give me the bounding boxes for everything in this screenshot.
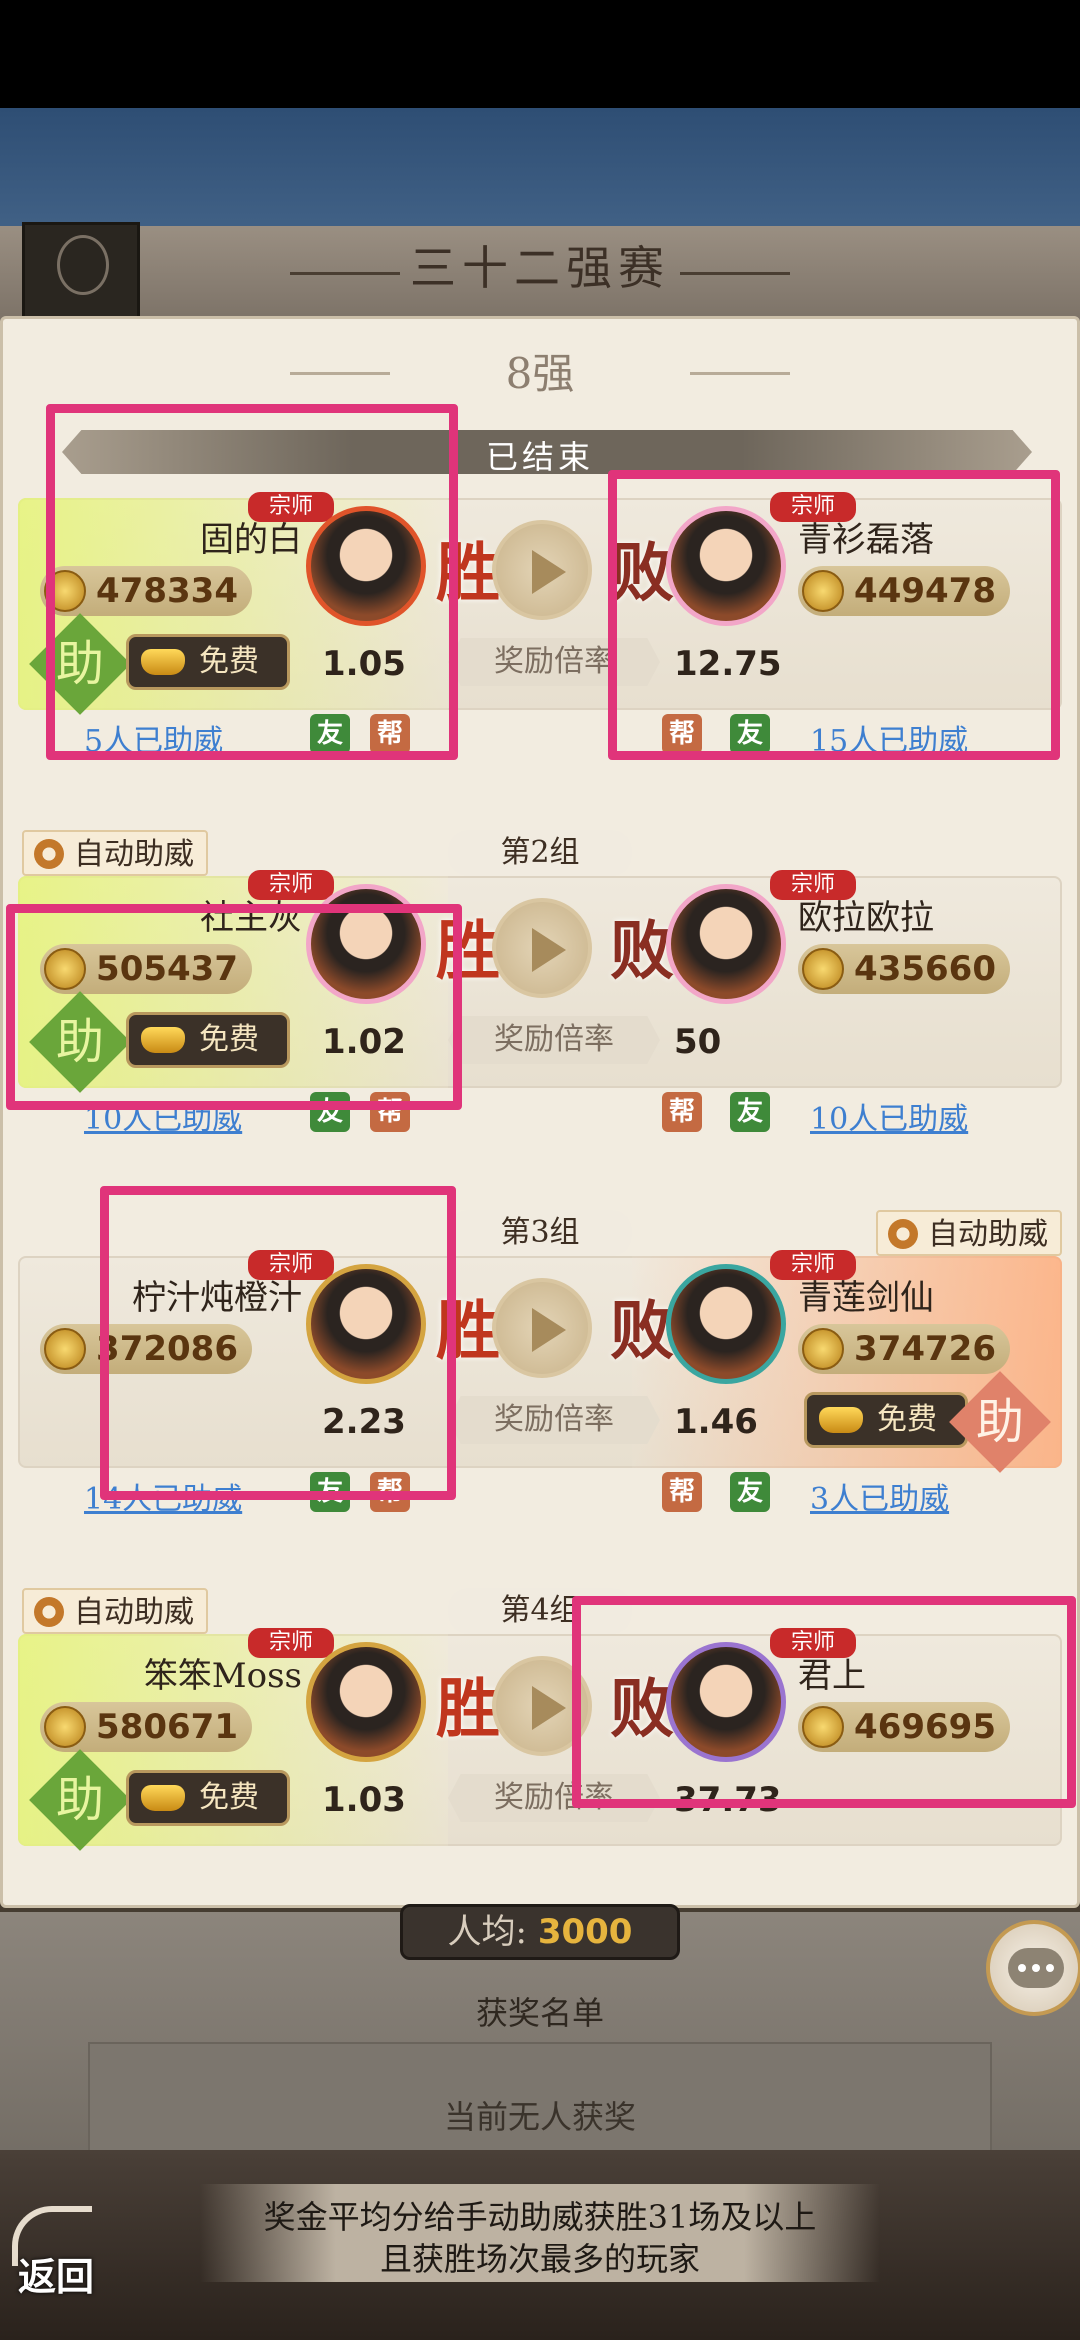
power-badge-right: 435660 [798,944,1010,994]
highlight-box [46,404,458,760]
odds-left: 1.03 [322,1780,406,1820]
replay-button[interactable] [492,898,592,998]
group-label: 第2组 [448,830,632,876]
auto-cheer-badge[interactable]: 自动助威 [22,1588,208,1634]
power-badge-right: 374726 [798,1324,1010,1374]
odds-right: 50 [674,1022,722,1062]
power-icon [802,1328,844,1370]
free-cheer-button-right[interactable]: 免费 [804,1392,968,1448]
rank-badge-left: 宗师 [248,1628,334,1658]
highlight-box [572,1596,1076,1808]
player-name-right: 欧拉欧拉 [798,898,934,938]
player-avatar-right[interactable] [666,884,786,1004]
play-icon [532,928,566,972]
highlight-box [100,1186,456,1500]
gear-icon [34,1597,64,1627]
back-button[interactable]: 返回 [12,2206,112,2306]
play-icon [532,550,566,594]
back-label: 返回 [18,2254,95,2299]
average-reward-value: 3000 [537,1912,633,1952]
lose-mark: 败 [610,914,674,989]
play-icon [532,1308,566,1352]
highlight-box [608,470,1060,760]
power-value: 374726 [854,1329,996,1369]
guild-tag: 帮 [662,1092,702,1132]
play-icon [532,1686,566,1730]
auto-cheer-badge[interactable]: 自动助威 [876,1210,1062,1256]
power-icon [802,948,844,990]
winners-title: 获奖名单 [475,1994,604,2032]
round-title: 8强 [505,349,575,398]
power-badge-left: 580671 [40,1702,252,1752]
highlight-box [6,904,462,1110]
gold-ingot-icon [819,1407,863,1433]
chat-icon [1008,1948,1064,1988]
status-bar-area [0,0,1080,108]
chat-button[interactable] [986,1920,1080,2016]
rule-text-line2: 且获胜场次最多的玩家 [379,2240,700,2278]
power-icon [44,1706,86,1748]
friend-tag: 友 [730,1092,770,1132]
group-label: 第3组 [448,1210,632,1256]
odds-label: 奖励倍率 [448,1016,660,1064]
lose-mark: 败 [610,1294,674,1369]
no-winner-text: 当前无人获奖 [443,2098,636,2136]
power-value: 435660 [854,949,996,989]
rule-text-line1: 奖金平均分给手动助威获胜31场及以上 [263,2198,817,2236]
free-cheer-button-left[interactable]: 免费 [126,1770,290,1826]
supporters-link-right[interactable]: 3人已助威 [810,1474,949,1518]
supporters-link-right[interactable]: 10人已助威 [810,1094,968,1138]
power-icon [44,1328,86,1370]
friend-tag: 友 [730,1472,770,1512]
replay-button[interactable] [492,1278,592,1378]
odds-label: 奖励倍率 [448,1396,660,1444]
player-name-right: 青莲剑仙 [798,1278,934,1318]
power-value: 580671 [96,1707,238,1747]
win-mark: 胜 [436,1672,500,1747]
gold-ingot-icon [141,1785,185,1811]
odds-right: 1.46 [674,1402,758,1442]
rank-badge-left: 宗师 [248,870,334,900]
gear-icon [888,1219,918,1249]
gear-icon [34,839,64,869]
replay-button[interactable] [492,520,592,620]
guild-tag: 帮 [662,1472,702,1512]
player-avatar-right[interactable] [666,1264,786,1384]
auto-cheer-badge[interactable]: 自动助威 [22,830,208,876]
page-title: 三十二强赛 [410,241,670,295]
average-reward: 人均: 3000 [400,1904,680,1960]
player-avatar-left[interactable] [306,1642,426,1762]
